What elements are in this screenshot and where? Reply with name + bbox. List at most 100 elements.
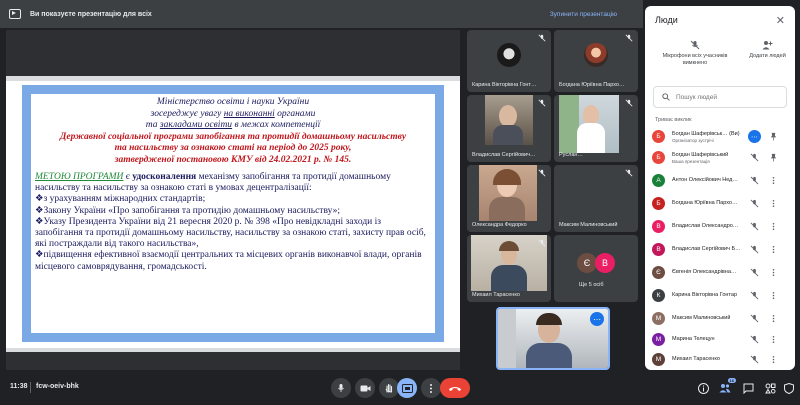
self-view-tile[interactable]: ⋯ bbox=[496, 307, 610, 370]
participant-video bbox=[559, 95, 619, 153]
participant-role: Ваша презентація bbox=[672, 159, 710, 164]
more-options-button[interactable] bbox=[421, 378, 441, 398]
tile-name: Владислав Сергійович… bbox=[472, 152, 536, 158]
participant-tile[interactable]: Олександра Федорко bbox=[467, 165, 551, 232]
participant-name: Богдан Шаферівськ… (Ви) bbox=[672, 131, 740, 137]
participant-tile[interactable]: Михаил Тарасенко bbox=[467, 235, 551, 302]
participant-row[interactable]: Є Євгенія Олександрівна… bbox=[645, 263, 795, 283]
more-vert-icon[interactable] bbox=[769, 222, 778, 231]
participant-role: Організатор зустрічі bbox=[672, 138, 714, 143]
hang-up-button[interactable] bbox=[440, 378, 470, 398]
close-icon[interactable]: ✕ bbox=[776, 14, 785, 27]
slide-red-2: та насильству за ознакою статі на період… bbox=[114, 143, 352, 153]
more-participants-tile[interactable]: Є В Ще 5 осіб bbox=[554, 235, 638, 302]
present-button[interactable] bbox=[397, 378, 417, 398]
slide-line-2: зосереджує увагу на виконанні органами bbox=[150, 108, 316, 119]
slide: Міністерство освіти і науки України зосе… bbox=[22, 85, 444, 342]
chat-icon bbox=[743, 383, 753, 394]
pin-icon[interactable] bbox=[769, 132, 778, 141]
participant-row[interactable]: К Карина Вікторівна Гонтар bbox=[645, 286, 795, 306]
add-people-button[interactable]: Додати людей bbox=[745, 40, 790, 60]
more-vert-icon[interactable] bbox=[769, 245, 778, 254]
tile-name: Богдана Юріївна Пархо… bbox=[559, 82, 625, 88]
avatar bbox=[497, 43, 521, 67]
search-input[interactable] bbox=[676, 93, 776, 101]
mute-all-button[interactable]: Мікрофони всіх учасників вимкнено bbox=[655, 40, 735, 67]
people-icon bbox=[719, 384, 731, 393]
info-icon bbox=[697, 382, 709, 394]
mic-off-icon bbox=[750, 314, 759, 323]
more-vert-icon[interactable] bbox=[769, 335, 778, 344]
present-screen-icon bbox=[401, 383, 413, 393]
more-vert-icon[interactable] bbox=[769, 291, 778, 300]
shield-button[interactable] bbox=[782, 381, 796, 395]
avatar: Б bbox=[652, 197, 665, 210]
tile-name: Олександра Федорко bbox=[472, 222, 527, 228]
participant-tile[interactable]: Богдана Юріївна Пархо… bbox=[554, 30, 638, 92]
presentation-statusbar bbox=[6, 348, 460, 352]
tile-name: Максим Малиновський bbox=[559, 222, 618, 228]
participant-row[interactable]: В Владислав Сергійович Б… bbox=[645, 240, 795, 260]
camera-button[interactable] bbox=[355, 378, 375, 398]
pin-icon[interactable] bbox=[769, 153, 778, 162]
more-options-icon[interactable]: ⋯ bbox=[590, 312, 604, 326]
slide-bullet-4: ❖підвищення ефективної взаємодії централ… bbox=[35, 250, 422, 272]
mic-off-icon bbox=[690, 40, 700, 50]
participant-tile[interactable]: Владислав Сергійович… bbox=[467, 95, 551, 162]
slide-wrapper: Міністерство освіти і науки України зосе… bbox=[6, 81, 460, 348]
chat-button[interactable] bbox=[741, 381, 755, 395]
slide-content: Міністерство освіти і науки України зосе… bbox=[31, 94, 435, 333]
slide-line-1: Міністерство освіти і науки України bbox=[156, 97, 310, 107]
people-count-badge: 16 bbox=[727, 378, 736, 383]
mic-off-icon bbox=[538, 169, 546, 177]
participant-tile[interactable]: Максим Малиновський bbox=[554, 165, 638, 232]
mic-off-icon bbox=[538, 34, 546, 42]
participant-row[interactable]: М Максим Малиновський bbox=[645, 309, 795, 329]
people-button[interactable]: 16 bbox=[718, 378, 736, 395]
participant-name: Максим Малиновський bbox=[672, 315, 731, 321]
mic-off-icon bbox=[750, 268, 759, 277]
info-button[interactable] bbox=[696, 381, 710, 395]
stop-presenting-button[interactable]: Зупинити презентацію bbox=[550, 11, 617, 18]
participant-name: Богдана Юріївна Пархо… bbox=[672, 200, 738, 206]
mic-off-icon bbox=[750, 355, 759, 364]
more-vert-icon[interactable] bbox=[769, 199, 778, 208]
slide-bullet-3: ❖Указу Президента України від 21 вересня… bbox=[35, 216, 426, 250]
raise-hand-button[interactable] bbox=[379, 378, 399, 398]
banner-text: Ви показуєте презентацію для всіх bbox=[30, 10, 152, 18]
more-vert-icon[interactable] bbox=[769, 355, 778, 364]
avatar: Є bbox=[577, 253, 597, 273]
participant-video bbox=[485, 95, 533, 145]
participant-row[interactable]: Б Богдан Шаферівськ… (Ви) Організатор зу… bbox=[645, 127, 795, 147]
participant-row[interactable]: М Марина Телецун bbox=[645, 330, 795, 350]
mic-off-icon bbox=[625, 99, 633, 107]
present-icon bbox=[9, 9, 21, 19]
activities-button[interactable] bbox=[763, 381, 777, 395]
participant-video bbox=[479, 165, 537, 221]
divider bbox=[30, 382, 31, 393]
mic-off-icon bbox=[750, 291, 759, 300]
camera-icon bbox=[360, 385, 370, 391]
participant-name: Антон Олексійович Нед… bbox=[672, 177, 738, 183]
mic-off-icon bbox=[750, 335, 759, 344]
more-options-icon[interactable]: ⋯ bbox=[748, 130, 761, 143]
participant-row[interactable]: М Михаил Тарасенко bbox=[645, 350, 795, 370]
add-person-icon bbox=[762, 41, 773, 50]
participant-tile[interactable]: Карина Вікторівна Гонт… bbox=[467, 30, 551, 92]
avatar: К bbox=[652, 289, 665, 302]
tile-name: Карина Вікторівна Гонт… bbox=[472, 82, 537, 88]
more-vert-icon[interactable] bbox=[769, 176, 778, 185]
more-vert-icon[interactable] bbox=[769, 314, 778, 323]
participant-row[interactable]: Б Богдана Юріївна Пархо… bbox=[645, 194, 795, 214]
search-box[interactable] bbox=[653, 86, 787, 108]
participant-row[interactable]: Б Богдан Шаферівський Ваша презентація bbox=[645, 148, 795, 168]
participant-tile[interactable]: Руслан… bbox=[554, 95, 638, 162]
participant-row[interactable]: В Владислав Олександро… bbox=[645, 217, 795, 237]
more-participants-label: Ще 5 осіб bbox=[579, 282, 604, 288]
more-vert-icon[interactable] bbox=[769, 268, 778, 277]
mic-button[interactable] bbox=[331, 378, 351, 398]
participant-video bbox=[471, 235, 547, 291]
participant-name: Карина Вікторівна Гонтар bbox=[672, 292, 738, 298]
mic-icon bbox=[338, 384, 344, 392]
participant-row[interactable]: А Антон Олексійович Нед… bbox=[645, 171, 795, 191]
